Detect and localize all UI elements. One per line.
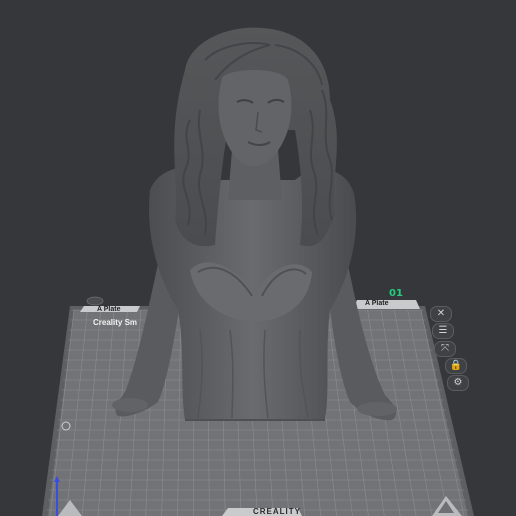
settings-icon[interactable]: ⚙ <box>447 375 469 391</box>
brand-label: CREALITY <box>253 507 301 516</box>
plate-edit-icon[interactable] <box>86 296 104 306</box>
plate-tab-left-label[interactable]: A Plate <box>97 306 120 313</box>
orient-icon[interactable]: ⤧ <box>434 341 456 357</box>
printer-name-label: Creality Sm <box>93 318 138 327</box>
3d-model-bust[interactable] <box>112 27 397 421</box>
3d-viewport[interactable] <box>0 0 516 516</box>
lock-icon[interactable]: 🔒 <box>445 358 467 374</box>
plate-tab-right-label[interactable]: A Plate <box>365 300 388 307</box>
arrange-icon[interactable]: ☰ <box>432 323 454 339</box>
delete-plate-icon[interactable]: ✕ <box>430 306 452 322</box>
plate-number: 01 <box>389 288 403 299</box>
